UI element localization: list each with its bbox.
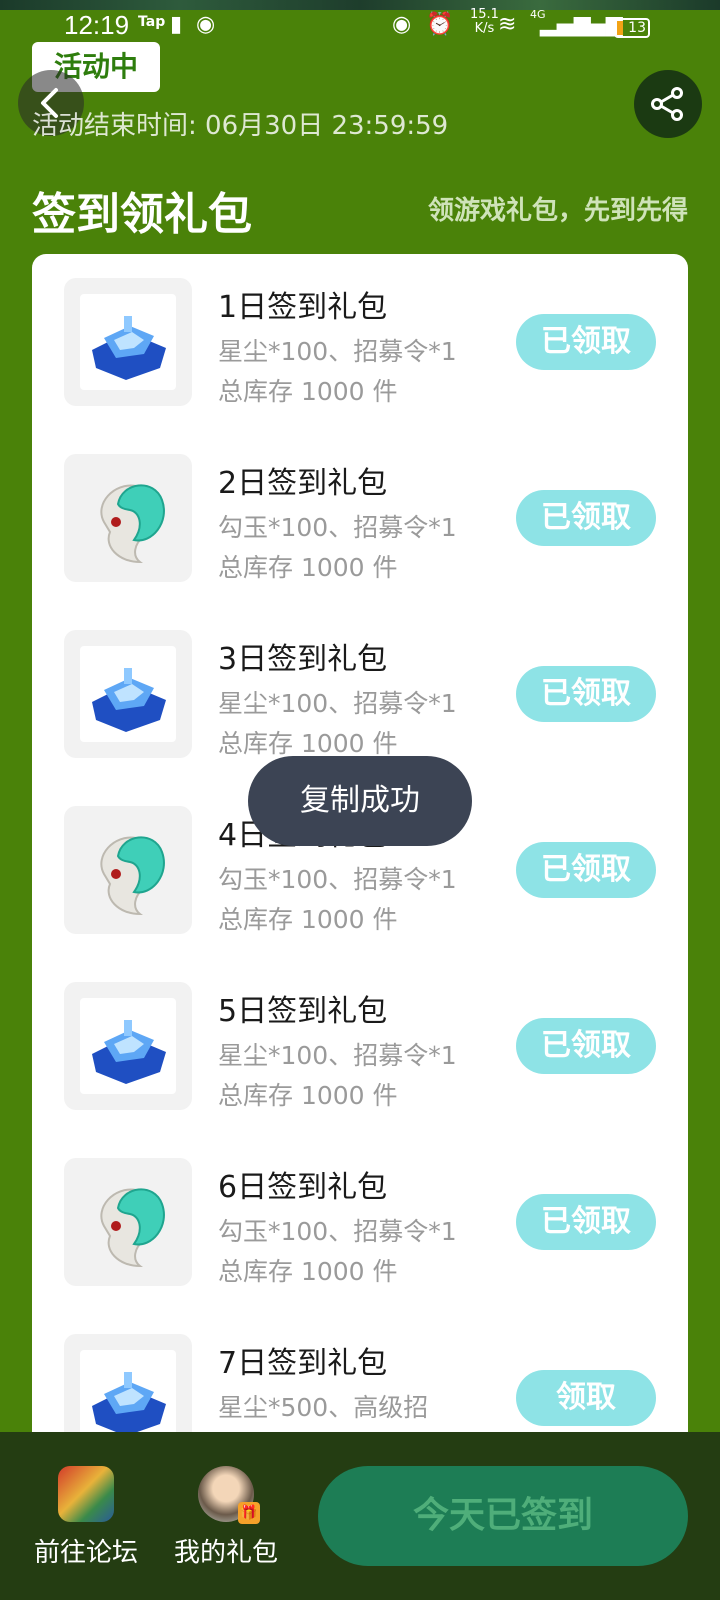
toast-message: 复制成功 <box>248 756 472 846</box>
claimed-button[interactable]: 已领取 <box>516 842 656 898</box>
tap-icon: Tap <box>138 14 166 30</box>
gift-description: 勾玉*100、招募令*1 <box>218 865 457 894</box>
page-subtitle: 领游戏礼包，先到先得 <box>427 196 688 226</box>
my-gifts-nav-button[interactable]: 🎁 我的礼包 <box>166 1466 286 1569</box>
net-speed: 15.1 K/s <box>470 8 499 36</box>
gift-title: 5日签到礼包 <box>218 994 388 1029</box>
gift-title: 6日签到礼包 <box>218 1170 388 1205</box>
forum-nav-button[interactable]: 前往论坛 <box>26 1466 146 1569</box>
gift-description: 星尘*100、招募令*1 <box>218 689 457 718</box>
gift-thumbnail <box>64 982 192 1110</box>
gift-stock: 总库存 1000 件 <box>218 1257 398 1286</box>
gift-description: 星尘*100、招募令*1 <box>218 337 457 366</box>
claimed-button[interactable]: 已领取 <box>516 666 656 722</box>
gift-stock: 总库存 1000 件 <box>218 553 398 582</box>
list-item: 6日签到礼包 勾玉*100、招募令*1 总库存 1000 件 已领取 <box>32 1134 688 1314</box>
battery-level: 13 <box>628 20 646 36</box>
jade-magatama-icon <box>100 1188 165 1268</box>
blue-crystal-icon <box>92 668 166 732</box>
status-time: 12:19 <box>64 10 130 40</box>
gift-thumbnail <box>64 278 192 406</box>
wechat-icon: ◉ <box>196 12 216 37</box>
claimed-button[interactable]: 已领取 <box>516 1018 656 1074</box>
blue-crystal-icon <box>92 1020 166 1084</box>
gift-title: 1日签到礼包 <box>218 290 388 325</box>
user-avatar-icon: 🎁 <box>198 1466 260 1524</box>
gift-icon: 🎁 <box>238 1502 260 1524</box>
gift-stock: 总库存 1000 件 <box>218 1081 398 1110</box>
claimed-button[interactable]: 已领取 <box>516 1194 656 1250</box>
gift-title: 7日签到礼包 <box>218 1346 388 1381</box>
forum-nav-label: 前往论坛 <box>33 1538 138 1568</box>
gift-description: 星尘*500、高级招 <box>218 1393 429 1422</box>
battery-icon: 13 <box>614 18 650 38</box>
blue-crystal-icon <box>92 316 166 380</box>
gift-description: 勾玉*100、招募令*1 <box>218 1217 457 1246</box>
jade-magatama-icon <box>100 484 165 564</box>
gift-description: 星尘*100、招募令*1 <box>218 1041 457 1070</box>
my-gifts-nav-label: 我的礼包 <box>173 1538 278 1568</box>
game-avatar-icon <box>58 1466 114 1522</box>
checked-in-button[interactable]: 今天已签到 <box>318 1466 688 1566</box>
share-icon <box>651 87 683 121</box>
list-item: 1日签到礼包 星尘*100、招募令*1 总库存 1000 件 已领取 <box>32 254 688 434</box>
gift-thumbnail <box>64 806 192 934</box>
list-item: 2日签到礼包 勾玉*100、招募令*1 总库存 1000 件 已领取 <box>32 430 688 610</box>
sim-alert-icon: ▮ <box>170 12 183 37</box>
gift-description: 勾玉*100、招募令*1 <box>218 513 457 542</box>
gift-thumbnail <box>64 630 192 758</box>
claimed-button[interactable]: 已领取 <box>516 490 656 546</box>
net-speed-unit: K/s <box>474 21 495 36</box>
gift-title: 2日签到礼包 <box>218 466 388 501</box>
jade-magatama-icon <box>100 836 165 916</box>
gift-stock: 总库存 1000 件 <box>218 729 398 758</box>
claim-button[interactable]: 领取 <box>516 1370 656 1426</box>
alarm-icon: ⏰ <box>426 12 454 37</box>
page-title: 签到领礼包 <box>32 189 252 240</box>
claimed-button[interactable]: 已领取 <box>516 314 656 370</box>
gift-list-card: 1日签到礼包 星尘*100、招募令*1 总库存 1000 件 已领取 2日签到礼… <box>32 254 688 1454</box>
eye-icon: ◉ <box>392 12 412 37</box>
net-speed-value: 15.1 <box>470 7 499 22</box>
status-bar: 12:19 Tap ▮ ◉ ◉ ⏰ 15.1 K/s ≋ 4G ▂▄▆ ▂▄▆ … <box>0 6 720 46</box>
gift-title: 3日签到礼包 <box>218 642 388 677</box>
list-item: 5日签到礼包 星尘*100、招募令*1 总库存 1000 件 已领取 <box>32 958 688 1138</box>
gift-thumbnail <box>64 454 192 582</box>
gift-stock: 总库存 1000 件 <box>218 377 398 406</box>
gift-stock: 总库存 1000 件 <box>218 905 398 934</box>
share-button[interactable] <box>634 70 702 138</box>
gift-thumbnail <box>64 1158 192 1286</box>
activity-end-time: 活动结束时间: 06月30日 23:59:59 <box>32 111 449 141</box>
bottom-bar: 前往论坛 🎁 我的礼包 今天已签到 <box>0 1432 720 1600</box>
wifi-icon: ≋ <box>498 12 517 37</box>
